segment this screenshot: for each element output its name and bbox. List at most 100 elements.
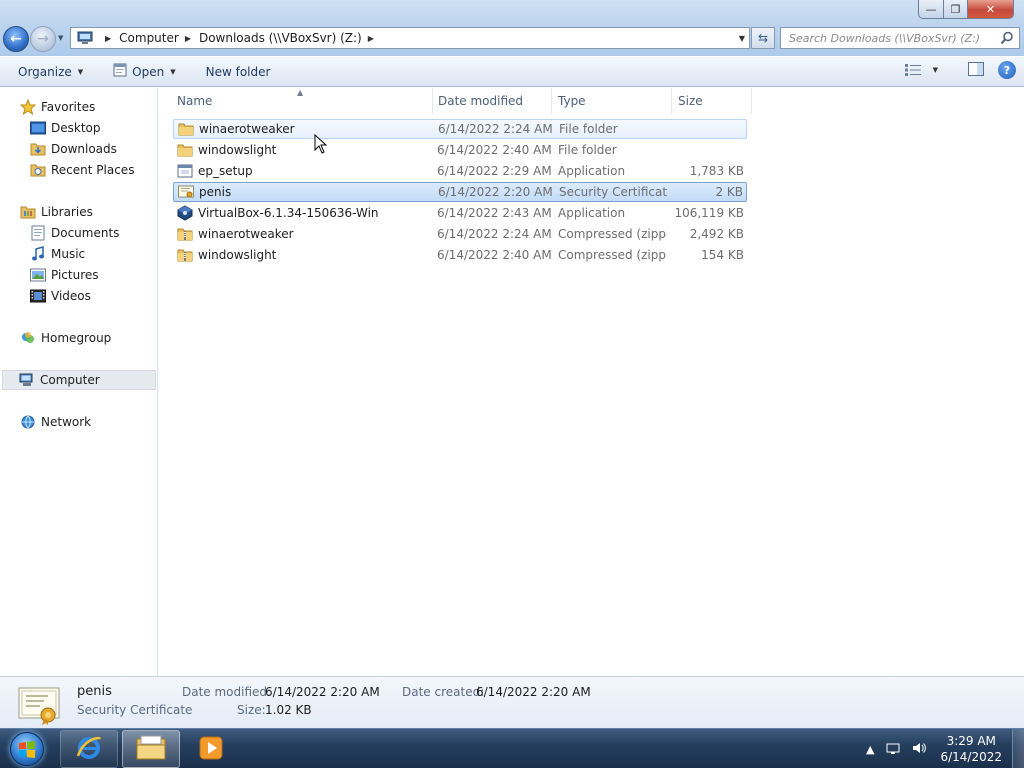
back-arrow-icon: ← bbox=[10, 31, 22, 47]
file-size: 154 KB bbox=[701, 248, 744, 262]
details-date-modified: 6/14/2022 2:20 AM bbox=[265, 685, 380, 699]
maximize-button[interactable]: ❐ bbox=[944, 0, 968, 19]
nav-computer-label: Computer bbox=[40, 373, 100, 387]
show-desktop-button[interactable] bbox=[1012, 729, 1024, 768]
column-date-label: Date modified bbox=[438, 94, 524, 108]
file-date: 6/14/2022 2:43 AM bbox=[437, 206, 552, 220]
details-size: 1.02 KB bbox=[265, 703, 312, 717]
videos-icon bbox=[30, 288, 46, 304]
forward-button[interactable]: → bbox=[30, 26, 56, 52]
file-name: windowslight bbox=[198, 248, 277, 262]
file-type: Compressed (zipp... bbox=[558, 227, 666, 241]
column-header-name[interactable]: Name bbox=[171, 88, 433, 114]
organize-button[interactable]: Organize ▼ bbox=[18, 57, 83, 87]
file-size: 2,492 KB bbox=[689, 227, 744, 241]
file-date: 6/14/2022 2:40 AM bbox=[437, 143, 552, 157]
preview-pane-icon bbox=[968, 61, 984, 76]
file-size: 1,783 KB bbox=[689, 164, 744, 178]
nav-desktop[interactable]: Desktop bbox=[30, 118, 101, 138]
volume-icon[interactable] bbox=[912, 741, 927, 758]
nav-desktop-label: Desktop bbox=[51, 121, 101, 135]
file-type: Compressed (zipp... bbox=[558, 248, 666, 262]
nav-documents[interactable]: Documents bbox=[30, 223, 119, 243]
file-row[interactable]: windowslight 6/14/2022 2:40 AM Compresse… bbox=[173, 245, 747, 265]
refresh-button[interactable]: ⇆ bbox=[751, 27, 775, 49]
breadcrumb-separator-icon[interactable]: ▶ bbox=[368, 34, 374, 43]
file-row[interactable]: ep_setup 6/14/2022 2:29 AM Application 1… bbox=[173, 161, 747, 181]
breadcrumb-computer[interactable]: Computer ▶ bbox=[119, 31, 199, 45]
search-box[interactable] bbox=[780, 27, 1020, 49]
nav-computer[interactable]: Computer bbox=[2, 370, 156, 390]
back-button[interactable]: ← bbox=[3, 26, 29, 52]
windows-explorer-icon bbox=[135, 735, 167, 764]
chevron-down-icon[interactable]: ▼ bbox=[170, 68, 175, 76]
nav-documents-label: Documents bbox=[51, 226, 120, 240]
file-size: 106,119 KB bbox=[674, 206, 744, 220]
help-icon[interactable]: ? bbox=[998, 61, 1016, 79]
nav-videos[interactable]: Videos bbox=[30, 286, 91, 306]
recent-pages-dropdown[interactable]: ▼ bbox=[58, 34, 63, 42]
restore-icon: ❐ bbox=[950, 2, 961, 16]
new-folder-button[interactable]: New folder bbox=[206, 57, 271, 87]
file-type: File folder bbox=[559, 122, 618, 136]
file-date: 6/14/2022 2:40 AM bbox=[437, 248, 552, 262]
address-bar[interactable]: ▶ Computer ▶ Downloads (\\VBoxSvr) (Z:) ▶ … bbox=[70, 27, 750, 49]
nav-libraries[interactable]: Libraries bbox=[20, 202, 93, 222]
open-button[interactable]: Open ▼ bbox=[113, 57, 176, 87]
show-hidden-icons-icon[interactable]: ▲ bbox=[866, 743, 874, 756]
file-row[interactable]: winaerotweaker 6/14/2022 2:24 AM File fo… bbox=[173, 119, 747, 139]
taskbar-internet-explorer[interactable] bbox=[60, 730, 118, 768]
breadcrumb-downloads[interactable]: Downloads (\\VBoxSvr) (Z:) ▶ bbox=[199, 31, 382, 45]
nav-favorites[interactable]: Favorites bbox=[20, 97, 95, 117]
taskbar-media-player[interactable] bbox=[184, 730, 238, 768]
nav-homegroup[interactable]: Homegroup bbox=[20, 328, 111, 348]
view-details-icon bbox=[904, 64, 921, 76]
window-titlebar: — ❐ ✕ ← → ▼ ▶ Computer ▶ Downloads (\\VBo… bbox=[0, 0, 1024, 56]
close-icon: ✕ bbox=[985, 2, 996, 16]
breadcrumb-separator-icon[interactable]: ▶ bbox=[105, 34, 111, 43]
file-date: 6/14/2022 2:20 AM bbox=[438, 185, 553, 199]
action-center-icon[interactable] bbox=[886, 741, 900, 758]
nav-pictures[interactable]: Pictures bbox=[30, 265, 99, 285]
file-type: Application bbox=[558, 206, 626, 220]
libraries-icon bbox=[20, 204, 36, 220]
search-icon[interactable] bbox=[1000, 31, 1014, 48]
nav-music[interactable]: Music bbox=[30, 244, 85, 264]
column-header-type[interactable]: Type bbox=[552, 88, 672, 114]
organize-label: Organize bbox=[18, 64, 72, 79]
navigation-pane: Favorites Desktop Downloads Recent Place… bbox=[0, 88, 158, 676]
minimize-icon: — bbox=[925, 2, 937, 16]
column-header-date[interactable]: Date modified bbox=[432, 88, 552, 114]
start-button[interactable] bbox=[4, 730, 50, 768]
zip-folder-icon bbox=[177, 247, 193, 263]
file-date: 6/14/2022 2:29 AM bbox=[437, 164, 552, 178]
homegroup-icon bbox=[20, 330, 36, 346]
forward-arrow-icon: → bbox=[37, 31, 49, 47]
file-row[interactable]: penis 6/14/2022 2:20 AM Security Certifi… bbox=[173, 182, 747, 202]
column-header-size[interactable]: Size bbox=[672, 88, 752, 114]
address-dropdown-icon[interactable]: ▼ bbox=[739, 34, 745, 43]
file-row[interactable]: winaerotweaker 6/14/2022 2:24 AM Compres… bbox=[173, 224, 747, 244]
file-row[interactable]: VirtualBox-6.1.34-150636-Win 6/14/2022 2… bbox=[173, 203, 747, 223]
preview-pane-button[interactable] bbox=[968, 61, 984, 79]
minimize-button[interactable]: — bbox=[918, 0, 944, 19]
clock[interactable]: 3:29 AM 6/14/2022 bbox=[940, 733, 1002, 765]
nav-downloads[interactable]: Downloads bbox=[30, 139, 117, 159]
nav-network[interactable]: Network bbox=[20, 412, 91, 432]
taskbar: ▲ 3:29 AM 6/14/2022 bbox=[0, 728, 1024, 768]
search-input[interactable] bbox=[789, 31, 999, 45]
file-date: 6/14/2022 2:24 AM bbox=[437, 227, 552, 241]
nav-recent-places[interactable]: Recent Places bbox=[30, 160, 134, 180]
file-type: File folder bbox=[558, 143, 617, 157]
change-view-button[interactable]: ▼ bbox=[904, 64, 938, 76]
nav-downloads-label: Downloads bbox=[51, 142, 117, 156]
details-file-name: penis bbox=[77, 684, 112, 699]
application-icon bbox=[177, 163, 193, 179]
file-row[interactable]: windowslight 6/14/2022 2:40 AM File fold… bbox=[173, 140, 747, 160]
system-tray: ▲ 3:29 AM 6/14/2022 bbox=[860, 729, 1024, 768]
breadcrumb-separator-icon[interactable]: ▶ bbox=[185, 34, 191, 43]
new-folder-label: New folder bbox=[205, 64, 271, 79]
close-button[interactable]: ✕ bbox=[968, 0, 1014, 19]
taskbar-windows-explorer[interactable] bbox=[122, 730, 180, 768]
refresh-icon: ⇆ bbox=[757, 31, 769, 45]
